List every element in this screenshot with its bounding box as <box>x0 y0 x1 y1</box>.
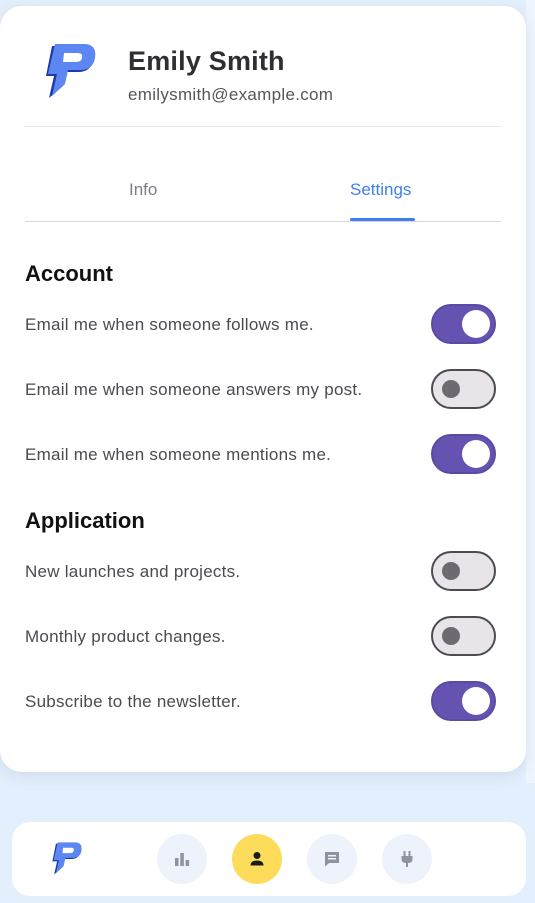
brand-logo-small[interactable] <box>50 841 82 877</box>
toggle-email-mentions[interactable] <box>431 434 496 474</box>
background-strip <box>526 0 535 783</box>
toggle-knob <box>442 562 460 580</box>
toggle-email-answers[interactable] <box>431 369 496 409</box>
toggle-knob <box>462 310 490 338</box>
toggle-new-launches[interactable] <box>431 551 496 591</box>
toggle-knob <box>442 380 460 398</box>
nav-messages-button[interactable] <box>307 834 357 884</box>
toggle-knob <box>442 627 460 645</box>
section-title-account: Account <box>25 261 113 286</box>
active-tab-indicator <box>350 218 415 221</box>
setting-label-follows: Email me when someone follows me. <box>25 315 314 334</box>
toggle-email-follows[interactable] <box>431 304 496 344</box>
chat-icon <box>325 852 339 867</box>
profile-email: emilysmith@example.com <box>128 85 334 104</box>
profile-name: Emily Smith <box>128 46 285 76</box>
setting-label-answers: Email me when someone answers my post. <box>25 380 363 399</box>
tab-bar: Info Settings <box>25 156 501 222</box>
app-screen: Emily Smith emilysmith@example.com Info … <box>0 0 535 903</box>
plug-icon <box>401 851 413 867</box>
nav-stats-button[interactable] <box>157 834 207 884</box>
section-title-application: Application <box>25 508 145 533</box>
tab-info[interactable]: Info <box>129 180 157 200</box>
bar-chart-icon <box>175 853 190 866</box>
toggle-knob <box>462 687 490 715</box>
toggle-knob <box>462 440 490 468</box>
toggle-newsletter[interactable] <box>431 681 496 721</box>
bottom-navigation <box>12 822 526 896</box>
nav-profile-button[interactable] <box>232 834 282 884</box>
setting-label-newsletter: Subscribe to the newsletter. <box>25 692 241 711</box>
setting-label-mentions: Email me when someone mentions me. <box>25 445 332 464</box>
setting-label-monthly: Monthly product changes. <box>25 627 226 646</box>
setting-label-launches: New launches and projects. <box>25 562 241 581</box>
user-icon <box>250 852 264 866</box>
toggle-monthly-changes[interactable] <box>431 616 496 656</box>
profile-header: Emily Smith emilysmith@example.com <box>25 6 501 127</box>
tab-settings[interactable]: Settings <box>350 180 411 200</box>
profile-card: Emily Smith emilysmith@example.com Info … <box>0 6 526 772</box>
brand-logo <box>46 44 96 98</box>
nav-integrations-button[interactable] <box>382 834 432 884</box>
